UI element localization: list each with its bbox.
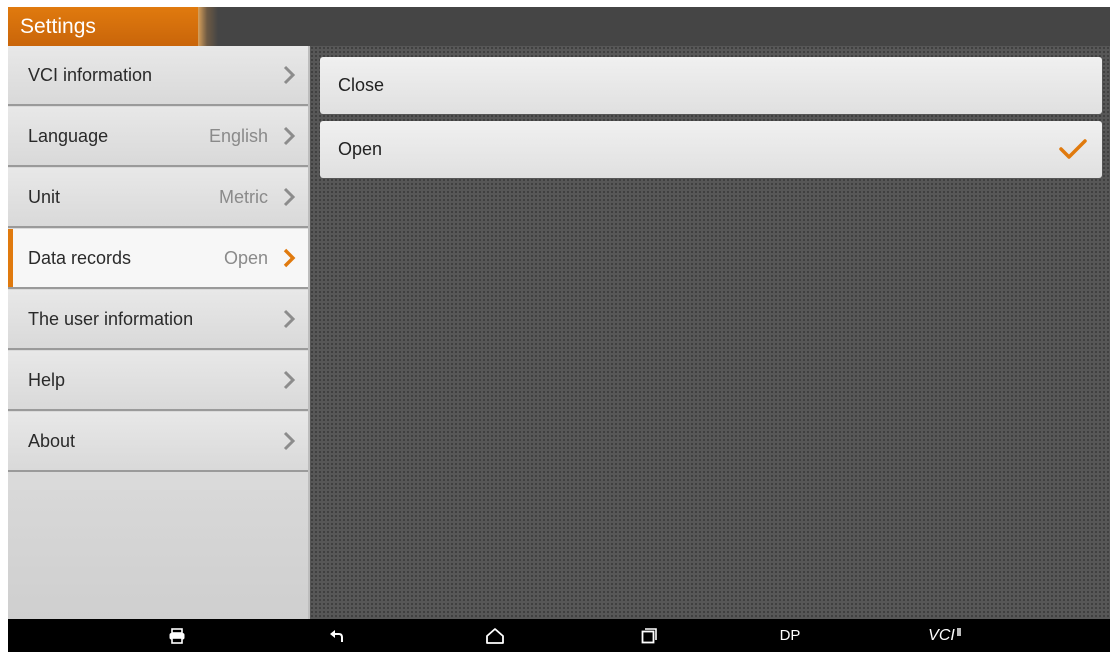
chevron-right-icon bbox=[283, 248, 296, 268]
sidebar-item-about[interactable]: About bbox=[8, 412, 308, 472]
sidebar-item-language[interactable]: Language English bbox=[8, 107, 308, 167]
page-title: Settings bbox=[20, 15, 96, 38]
title-tab: Settings bbox=[8, 7, 198, 46]
sidebar: VCI information Language English Unit Me… bbox=[8, 46, 308, 619]
vci-signal-icon bbox=[956, 627, 961, 636]
sidebar-item-label: Help bbox=[28, 370, 66, 390]
sidebar-item-label: VCI information bbox=[28, 65, 153, 85]
recent-apps-button[interactable] bbox=[632, 619, 666, 652]
sidebar-item-vci-information[interactable]: VCI information bbox=[8, 46, 308, 106]
sidebar-item-data-records[interactable]: Data records Open bbox=[8, 229, 308, 289]
dp-button[interactable]: DP bbox=[770, 619, 810, 652]
sidebar-empty-area bbox=[8, 490, 308, 619]
print-icon bbox=[169, 627, 185, 644]
sidebar-item-label: Language bbox=[28, 126, 109, 146]
chevron-right-icon bbox=[283, 126, 296, 146]
sidebar-item-label: Data records bbox=[28, 248, 132, 268]
chevron-right-icon bbox=[283, 65, 296, 85]
screen: Settings VCI information Language Englis… bbox=[8, 7, 1110, 652]
option-close[interactable]: Close bbox=[320, 57, 1102, 114]
sidebar-item-value: Open bbox=[223, 248, 268, 268]
active-indicator bbox=[8, 229, 13, 287]
title-bar: Settings bbox=[8, 7, 1110, 46]
option-open[interactable]: Open bbox=[320, 121, 1102, 178]
options-panel: Close Open bbox=[310, 46, 1110, 619]
vci-label: VCI bbox=[928, 626, 955, 644]
sidebar-item-unit[interactable]: Unit Metric bbox=[8, 168, 308, 228]
screenshot-button[interactable] bbox=[160, 619, 194, 652]
vci-status-button[interactable]: VCI bbox=[920, 619, 970, 652]
dp-label: DP bbox=[779, 627, 801, 644]
recent-apps-icon bbox=[641, 627, 657, 643]
sidebar-item-user-information[interactable]: The user information bbox=[8, 290, 308, 350]
sidebar-item-value: English bbox=[208, 126, 268, 146]
navigation-bar: DP VCI bbox=[8, 619, 1110, 652]
sidebar-item-label: About bbox=[28, 431, 76, 451]
chevron-right-icon bbox=[283, 370, 296, 390]
option-label: Open bbox=[338, 139, 383, 159]
title-tab-edge bbox=[198, 7, 218, 46]
chevron-right-icon bbox=[283, 309, 296, 329]
chevron-right-icon bbox=[283, 187, 296, 207]
back-button[interactable] bbox=[320, 619, 354, 652]
home-icon bbox=[486, 627, 504, 644]
chevron-right-icon bbox=[283, 431, 296, 451]
option-label: Close bbox=[338, 75, 385, 95]
sidebar-item-label: Unit bbox=[28, 187, 61, 207]
sidebar-item-value: Metric bbox=[219, 187, 268, 207]
checkmark-icon bbox=[1059, 139, 1087, 159]
back-arrow-icon bbox=[330, 629, 343, 642]
sidebar-item-label: The user information bbox=[28, 309, 194, 329]
home-button[interactable] bbox=[478, 619, 512, 652]
sidebar-item-help[interactable]: Help bbox=[8, 351, 308, 411]
